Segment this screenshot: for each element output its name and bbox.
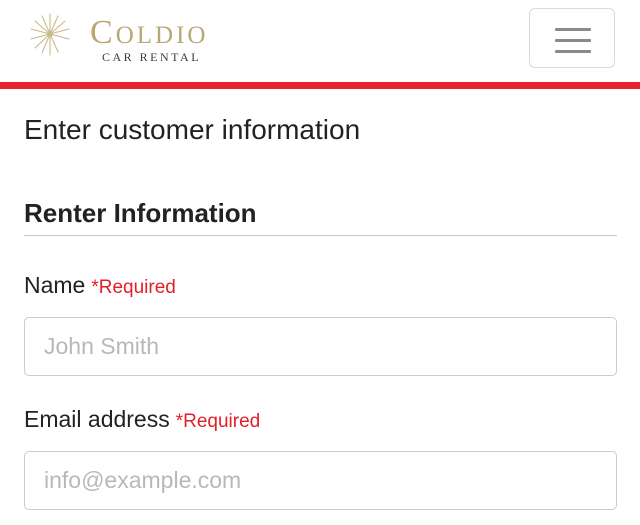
brand-subtitle: CAR RENTAL bbox=[102, 50, 202, 64]
menu-bar-top bbox=[555, 28, 591, 31]
section-divider bbox=[24, 235, 617, 236]
brand-name-rest: OLDIO bbox=[115, 22, 209, 49]
email-label-text: Email address bbox=[24, 406, 170, 432]
section-title-renter-information: Renter Information bbox=[24, 198, 257, 228]
email-required-badge: *Required bbox=[175, 411, 261, 432]
header-accent-rule bbox=[0, 82, 640, 89]
name-required-badge: *Required bbox=[91, 277, 176, 298]
sunburst-crescent-logo-icon bbox=[30, 13, 80, 64]
brand-initial: C bbox=[90, 14, 116, 51]
site-header: COLDIO CAR RENTAL bbox=[0, 0, 640, 82]
name-label-text: Name bbox=[24, 272, 86, 298]
menu-bar-bottom bbox=[555, 50, 591, 53]
brand-logo[interactable]: COLDIO CAR RENTAL bbox=[28, 10, 238, 66]
email-label: Email address *Required bbox=[24, 406, 260, 433]
email-input[interactable] bbox=[24, 451, 617, 510]
page-title: Enter customer information bbox=[24, 114, 361, 145]
name-input[interactable] bbox=[24, 317, 617, 376]
brand-name: COLDIO bbox=[90, 16, 208, 50]
menu-button[interactable] bbox=[529, 8, 615, 68]
menu-bar-middle bbox=[555, 39, 591, 42]
name-label: Name *Required bbox=[24, 272, 176, 299]
